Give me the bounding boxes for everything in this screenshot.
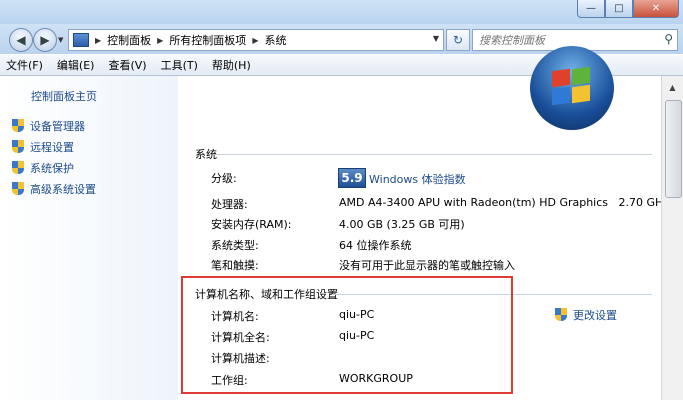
sidebar: 控制面板主页 设备管理器 远程设置 系统保护 高级系统设置 (0, 76, 178, 400)
section-divider (216, 154, 652, 155)
title-bar: — □ ✕ (0, 0, 683, 24)
breadcrumb-separator-icon[interactable]: ▶ (95, 36, 101, 45)
refresh-button[interactable]: ↻ (446, 29, 470, 51)
ram-label: 安装内存(RAM): (211, 218, 292, 231)
breadcrumb-separator-icon[interactable]: ▶ (252, 36, 258, 45)
sidebar-item-label: 设备管理器 (30, 120, 85, 133)
vertical-scrollbar[interactable]: ▲ (661, 76, 683, 400)
experience-index-link[interactable]: Windows 体验指数 (369, 171, 466, 187)
sidebar-home-link[interactable]: 控制面板主页 (31, 88, 97, 104)
highlight-box (181, 276, 513, 394)
search-icon[interactable]: ⚲ (664, 32, 673, 46)
rating-label: 分级: (211, 172, 237, 185)
control-panel-icon (73, 33, 89, 47)
back-button[interactable]: ◀ (9, 28, 33, 52)
shield-icon (12, 182, 25, 196)
window-controls: — □ ✕ (577, 0, 679, 18)
menu-tools[interactable]: 工具(T) (161, 57, 198, 73)
pen-touch-value: 没有可用于此显示器的笔或触控输入 (339, 259, 515, 272)
maximize-button[interactable]: □ (605, 0, 633, 18)
change-settings-label: 更改设置 (573, 309, 617, 322)
breadcrumb: ▶ 控制面板 ▶ 所有控制面板项 ▶ 系统 (89, 32, 286, 48)
sidebar-item-label: 高级系统设置 (30, 183, 96, 196)
menu-edit[interactable]: 编辑(E) (57, 57, 95, 73)
shield-icon (12, 140, 25, 154)
shield-icon (12, 119, 25, 133)
breadcrumb-item-all-items[interactable]: 所有控制面板项 (169, 32, 246, 48)
sidebar-item-label: 系统保护 (30, 162, 74, 175)
recent-pages-dropdown[interactable]: ▼ (58, 36, 63, 44)
menu-file[interactable]: 文件(F) (6, 57, 43, 73)
ram-value: 4.00 GB (3.25 GB 可用) (339, 218, 465, 231)
sidebar-item-device-manager[interactable]: 设备管理器 (12, 118, 85, 134)
scroll-up-icon[interactable]: ▲ (665, 80, 680, 94)
shield-icon (555, 308, 568, 322)
menu-help[interactable]: 帮助(H) (212, 57, 251, 73)
sidebar-item-label: 远程设置 (30, 141, 74, 154)
address-dropdown-icon[interactable]: ▼ (433, 34, 439, 43)
minimize-button[interactable]: — (577, 0, 605, 18)
close-button[interactable]: ✕ (633, 0, 679, 18)
breadcrumb-item-system[interactable]: 系统 (264, 32, 286, 48)
section-heading-system: 系统 (195, 148, 217, 161)
system-type-label: 系统类型: (211, 239, 259, 252)
sidebar-item-system-protection[interactable]: 系统保护 (12, 160, 74, 176)
system-type-value: 64 位操作系统 (339, 239, 412, 252)
back-arrow-icon: ◀ (16, 33, 26, 47)
menu-view[interactable]: 查看(V) (108, 57, 146, 73)
breadcrumb-item-control-panel[interactable]: 控制面板 (107, 32, 151, 48)
pen-touch-label: 笔和触摸: (211, 259, 259, 272)
shield-icon (12, 161, 25, 175)
breadcrumb-separator-icon[interactable]: ▶ (157, 36, 163, 45)
experience-index-badge[interactable]: 5.9 (338, 168, 366, 188)
processor-value: AMD A4-3400 APU with Radeon(tm) HD Graph… (339, 196, 670, 209)
change-settings-link[interactable]: 更改设置 (555, 307, 617, 323)
processor-label: 处理器: (211, 198, 248, 211)
address-bar[interactable]: ▶ 控制面板 ▶ 所有控制面板项 ▶ 系统 ▼ (68, 29, 444, 51)
windows-logo-icon (530, 46, 614, 130)
refresh-icon: ↻ (452, 33, 464, 47)
sidebar-item-advanced-settings[interactable]: 高级系统设置 (12, 181, 96, 197)
forward-arrow-icon: ▶ (40, 33, 50, 47)
scrollbar-thumb[interactable] (665, 100, 682, 198)
forward-button[interactable]: ▶ (33, 28, 57, 52)
sidebar-item-remote-settings[interactable]: 远程设置 (12, 139, 74, 155)
